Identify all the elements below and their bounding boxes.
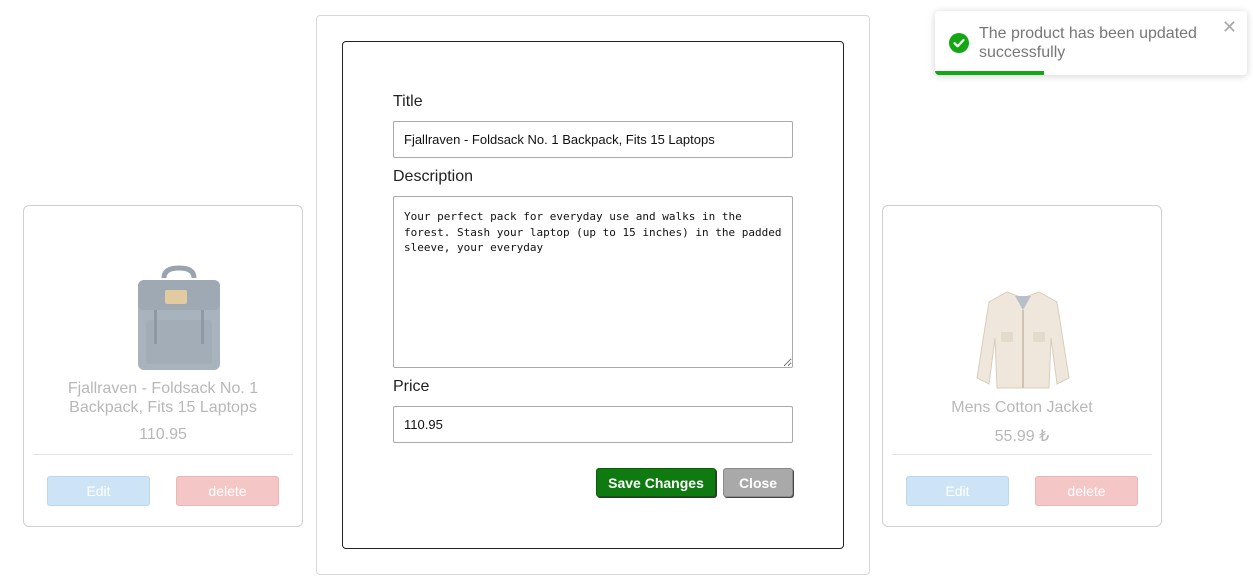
product-price: 55.99 ₺ — [994, 428, 1050, 445]
product-price: 110.95 — [139, 426, 187, 443]
description-textarea[interactable] — [393, 196, 793, 368]
edit-product-modal: Title Description Price Save Changes Clo… — [342, 41, 844, 549]
jacket-image — [976, 291, 1070, 389]
close-button[interactable]: Close — [723, 468, 793, 497]
product-card: Fjallraven - Foldsack No. 1 Backpack, Fi… — [23, 205, 303, 527]
title-label: Title — [393, 93, 423, 110]
title-input[interactable] — [393, 121, 793, 158]
delete-button[interactable]: delete — [176, 476, 279, 506]
product-title: Mens Cotton Jacket — [951, 399, 1093, 416]
edit-button[interactable]: Edit — [906, 476, 1009, 506]
product-title: Fjallraven - Foldsack No. 1 Backpack, Fi… — [67, 380, 259, 416]
description-label: Description — [393, 168, 474, 185]
toast-progress-bar — [935, 71, 1045, 75]
check-circle-icon — [949, 33, 969, 53]
success-toast: The product has been updated successfull… — [935, 11, 1247, 75]
save-changes-button[interactable]: Save Changes — [596, 468, 716, 497]
backpack-image — [138, 265, 220, 370]
divider — [33, 454, 293, 455]
delete-button[interactable]: delete — [1035, 476, 1138, 506]
close-icon[interactable]: ✕ — [1222, 17, 1237, 38]
price-label: Price — [393, 378, 430, 395]
edit-button[interactable]: Edit — [47, 476, 150, 506]
price-input[interactable] — [393, 406, 793, 443]
divider — [892, 454, 1152, 455]
toast-message: The product has been updated successfull… — [979, 25, 1197, 61]
toast-progress-track — [935, 71, 1247, 75]
product-card: Mens Cotton Jacket 55.99 ₺ Edit delete — [882, 205, 1162, 527]
